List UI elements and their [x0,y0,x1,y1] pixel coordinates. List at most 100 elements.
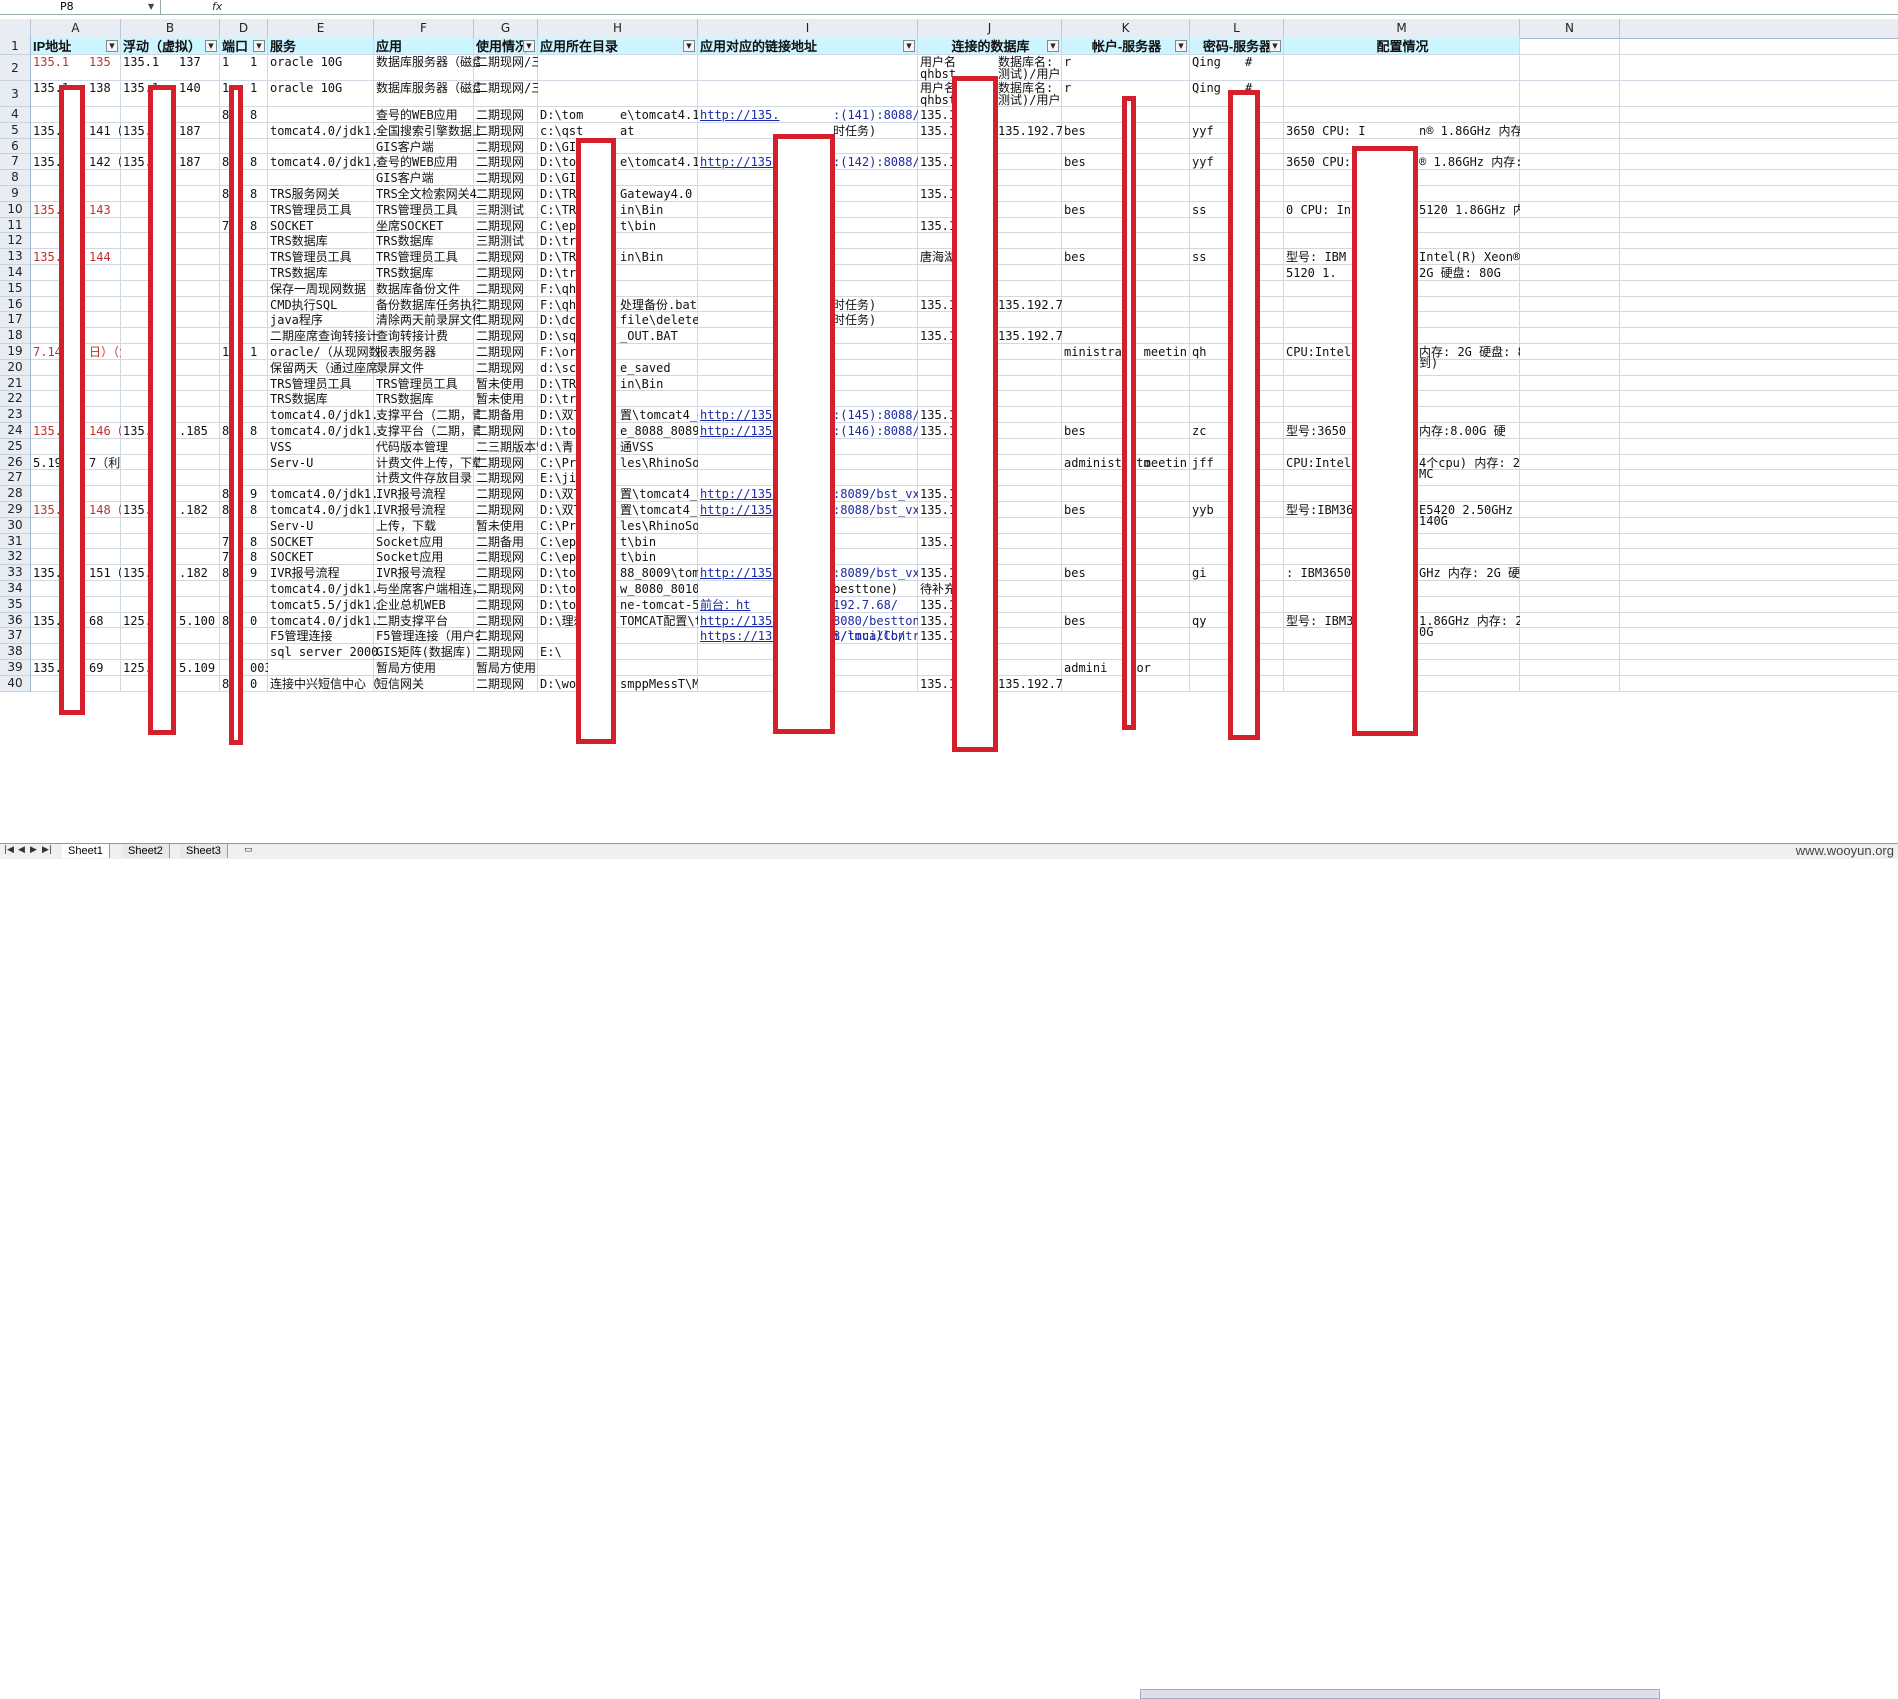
cell-d40[interactable]: 80 [220,677,268,692]
cell-f32[interactable]: Socket应用 [374,550,480,565]
cell-g3[interactable]: 二期现网/三期测试 [474,81,538,96]
cell-f39[interactable]: 暂局方使用 [374,661,480,676]
cell-g6[interactable]: 二期现网 [474,140,538,155]
cell-g10[interactable]: 三期测试 [474,203,538,218]
cell-a2[interactable]: 135.1 135 [31,55,121,70]
cell-g21[interactable]: 暂未使用 [474,377,538,392]
cell-e40[interactable]: 连接中兴短信中心（ [268,677,380,692]
column-header-b[interactable]: B [121,19,220,38]
cell-f7[interactable]: 查号的WEB应用 [374,155,480,170]
cell-f33[interactable]: IVR报号流程 [374,566,480,581]
filter-dropdown-icon[interactable]: ▼ [683,40,695,52]
column-header-g[interactable]: G [474,19,538,38]
cell-g35[interactable]: 二期现网 [474,598,538,613]
row-header-24[interactable]: 24 [0,423,30,439]
cell-f25[interactable]: 代码版本管理 [374,440,480,455]
cell-f5[interactable]: 全国搜索引擎数据上 [374,124,480,139]
column-header-k[interactable]: K [1062,19,1190,38]
row-header-14[interactable]: 14 [0,265,30,281]
filter-dropdown-icon[interactable]: ▼ [1269,40,1281,52]
cell-g19[interactable]: 二期现网 [474,345,538,360]
spreadsheet-grid[interactable]: IP地址 ▼ 浮动（虚拟） ▼ 端口 ▼ 服务 应用 使用情况 ▼ 应用所在目录 ▼ 应用对应的链接地址… [31,38,1898,848]
column-header-n[interactable]: N [1520,19,1620,38]
cell-h7[interactable]: D:\tome\tomcat4.1.24 [538,155,698,170]
cell-e23[interactable]: tomcat4.0/jdk1.4 [268,408,380,423]
cell-e29[interactable]: tomcat4.0/jdk1.4 [268,503,380,518]
cell-f19[interactable]: 报表服务器 [374,345,480,360]
cell-f35[interactable]: 企业总机WEB [374,598,480,613]
cell-h4[interactable]: D:\tom e\tomcat4.1.24 [538,108,698,123]
cell-g29[interactable]: 二期现网 [474,503,538,518]
cell-d11[interactable]: 78 [220,219,268,234]
cell-e36[interactable]: tomcat4.0/jdk1.5/ [268,614,380,629]
cell-d28[interactable]: 89 [220,487,268,502]
cell-e17[interactable]: java程序 [268,313,380,328]
row-header-38[interactable]: 38 [0,644,30,660]
row-header-23[interactable]: 23 [0,407,30,423]
cell-e38[interactable]: sql server 2000(二 [268,645,380,660]
row-header-37[interactable]: 37 [0,628,30,645]
row-header-15[interactable]: 15 [0,281,30,297]
cell-f28[interactable]: IVR报号流程 [374,487,480,502]
cell-f24[interactable]: 支撑平台（二期，青 [374,424,480,439]
cell-e11[interactable]: SOCKET [268,219,380,234]
row-header-32[interactable]: 32 [0,549,30,566]
cell-h26[interactable]: C:\Proles\RhinoSoft.com\Serv-U [538,456,698,471]
insert-sheet-icon[interactable]: ▭ [244,845,253,855]
cell-f30[interactable]: 上传，下载 [374,519,480,534]
cell-h6[interactable]: D:\GIS [538,140,698,155]
cell-h11[interactable]: C:\epa t\bin [538,219,698,234]
cell-g12[interactable]: 三期测试 [474,234,538,249]
cell-e37[interactable]: F5管理连接 [268,629,380,644]
cell-f4[interactable]: 查号的WEB应用 [374,108,480,123]
cell-e25[interactable]: VSS [268,440,380,455]
cell-f9[interactable]: TRS全文检索网关4.0 [374,187,480,202]
filter-dropdown-icon[interactable]: ▼ [106,40,118,52]
cell-e28[interactable]: tomcat4.0/jdk1.4 [268,487,380,502]
cell-g24[interactable]: 二期现网 [474,424,538,439]
cell-g36[interactable]: 二期现网 [474,614,538,629]
row-header-4[interactable]: 4 [0,107,30,123]
cell-f11[interactable]: 坐席SOCKET [374,219,480,234]
column-header-f[interactable]: F [374,19,474,38]
row-header-13[interactable]: 13 [0,249,30,265]
cell-f27[interactable]: 计费文件存放目录 [374,471,480,486]
cell-h23[interactable]: D:\双T 置\tomcat4_one_ [538,408,698,423]
cell-h38[interactable]: E:\ [538,645,698,660]
cell-f23[interactable]: 支撑平台（二期，青 [374,408,480,423]
filter-dropdown-icon[interactable]: ▼ [253,40,265,52]
column-header-i[interactable]: I [698,19,918,38]
cell-e31[interactable]: SOCKET [268,535,380,550]
cell-h17[interactable]: D:\dc file\deleteStart.bat [538,313,698,328]
column-header-l[interactable]: L [1190,19,1284,38]
row-header-10[interactable]: 10 [0,202,30,218]
next-sheet-icon[interactable]: ▶ [30,845,37,855]
row-header-26[interactable]: 26 [0,455,30,471]
row-header-3[interactable]: 3 [0,81,30,107]
cell-d31[interactable]: 78 [220,535,268,550]
cell-h15[interactable]: F:\qhb [538,282,698,297]
cell-e14[interactable]: TRS数据库 [268,266,380,281]
cell-e24[interactable]: tomcat4.0/jdk1.4 [268,424,380,439]
cell-e33[interactable]: IVR报号流程 [268,566,380,581]
cell-h8[interactable]: D:\GIS [538,171,698,186]
row-header-36[interactable]: 36 [0,613,30,629]
cell-e21[interactable]: TRS管理员工具 [268,377,380,392]
cell-e15[interactable]: 保存一周现网数据 [268,282,380,297]
row-header-31[interactable]: 31 [0,534,30,550]
row-header-40[interactable]: 40 [0,676,30,692]
row-header-12[interactable]: 12 [0,233,30,250]
cell-h35[interactable]: D:\toone-tomcat-5.5. [538,598,698,613]
cell-h18[interactable]: D:\sql _OUT.BAT [538,329,698,344]
cell-g31[interactable]: 二期备用 [474,535,538,550]
row-header-16[interactable]: 16 [0,297,30,313]
cell-f40[interactable]: 短信网关 [374,677,480,692]
cell-e19[interactable]: oracle/（从现网数据库 [268,345,380,360]
cell-f15[interactable]: 数据库备份文件 [374,282,480,297]
cell-e34[interactable]: tomcat4.0/jdk1.4 [268,582,380,597]
cell-h40[interactable]: D:\worsmppMessT\MessSmpp.bat [538,677,698,692]
cell-h20[interactable]: d:\scr e_saved [538,361,698,376]
cell-f26[interactable]: 计费文件上传，下载 [374,456,480,471]
cell-h10[interactable]: C:\TRS in\Bin [538,203,698,218]
cell-f22[interactable]: TRS数据库 [374,392,480,407]
